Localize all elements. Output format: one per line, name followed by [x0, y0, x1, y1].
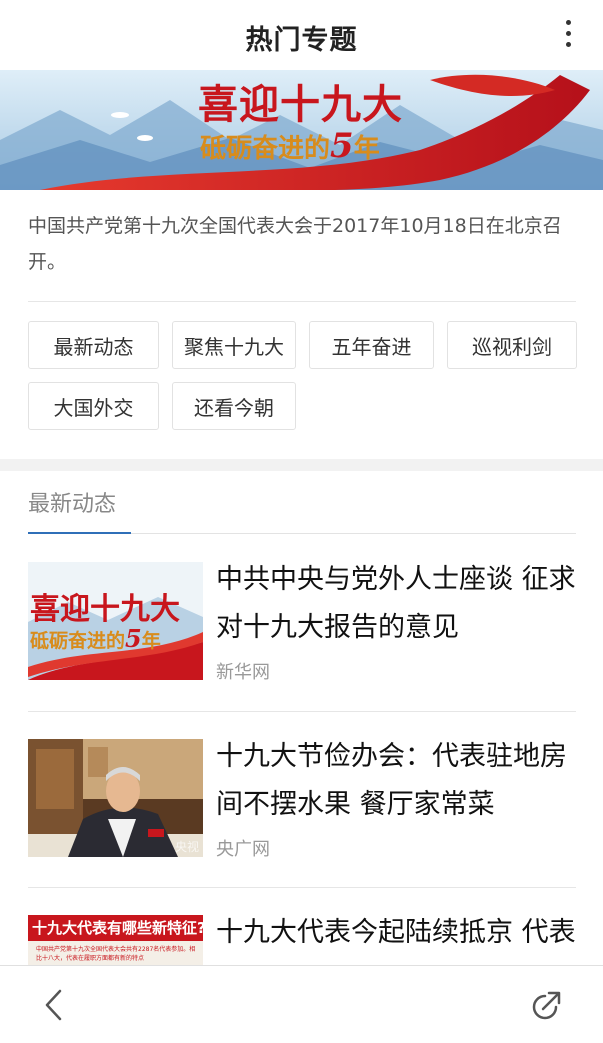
- news-thumbnail: 喜迎十九大 砥砺奋进的5年: [28, 562, 203, 680]
- page-title: 热门专题: [245, 25, 358, 56]
- news-item[interactable]: 喜迎十九大 砥砺奋进的5年 中共中央与党外人士座谈 征求对十九大报告的意见 新华…: [28, 562, 576, 683]
- bottom-bar: [0, 965, 603, 1043]
- section-gap: [0, 459, 603, 471]
- news-source: 央广网: [216, 839, 270, 860]
- news-headline[interactable]: 十九大代表今起陆续抵京 代表构成有何新特征?: [216, 915, 576, 965]
- banner-headline: 喜迎十九大: [198, 81, 403, 128]
- tag-inspection[interactable]: 巡视利剑: [447, 321, 577, 369]
- banner-subline: 砥砺奋进的5年: [200, 126, 380, 166]
- section-title[interactable]: 最新动态: [28, 486, 116, 518]
- back-arrow-icon[interactable]: [40, 988, 70, 1022]
- news-thumbnail: 央视: [28, 739, 203, 857]
- news-source: 新华网: [216, 662, 270, 683]
- news-item[interactable]: 央视 十九大节俭办会：代表驻地房间不摆水果 餐厅家常菜 央广网: [28, 739, 576, 860]
- news-item[interactable]: 十九大代表有哪些新特征? 中国共产党第十九次全国代表大会共有2287名代表参加。…: [28, 915, 576, 965]
- section-active-indicator: [28, 532, 131, 534]
- topic-description: 中国共产党第十九次全国代表大会于2017年10月18日在北京召开。: [28, 215, 562, 273]
- divider: [28, 711, 576, 712]
- more-vertical-icon[interactable]: [561, 20, 575, 52]
- tag-latest[interactable]: 最新动态: [28, 321, 159, 369]
- thumb-body: 中国共产党第十九次全国代表大会共有2287名代表参加。相比十八大，代表在履职方面…: [36, 946, 196, 962]
- news-thumbnail: 十九大代表有哪些新特征? 中国共产党第十九次全国代表大会共有2287名代表参加。…: [28, 915, 203, 965]
- news-headline[interactable]: 十九大节俭办会：代表驻地房间不摆水果 餐厅家常菜: [216, 733, 578, 829]
- tag-today[interactable]: 还看今朝: [172, 382, 296, 430]
- thumb-watermark: 央视: [174, 840, 199, 854]
- tag-focus[interactable]: 聚焦十九大: [172, 321, 296, 369]
- divider: [28, 887, 576, 888]
- tag-diplomacy[interactable]: 大国外交: [28, 382, 159, 430]
- thumb-headline: 喜迎十九大: [30, 592, 180, 627]
- news-headline[interactable]: 中共中央与党外人士座谈 征求对十九大报告的意见: [216, 556, 578, 652]
- top-bar: 热门专题: [0, 0, 603, 70]
- thumb-subline: 砥砺奋进的5年: [30, 624, 161, 653]
- divider: [28, 301, 576, 302]
- topic-banner[interactable]: 喜迎十九大 砥砺奋进的5年: [0, 70, 603, 190]
- tag-five-years[interactable]: 五年奋进: [309, 321, 434, 369]
- thumb-title: 十九大代表有哪些新特征?: [32, 919, 203, 937]
- share-icon[interactable]: [530, 988, 564, 1022]
